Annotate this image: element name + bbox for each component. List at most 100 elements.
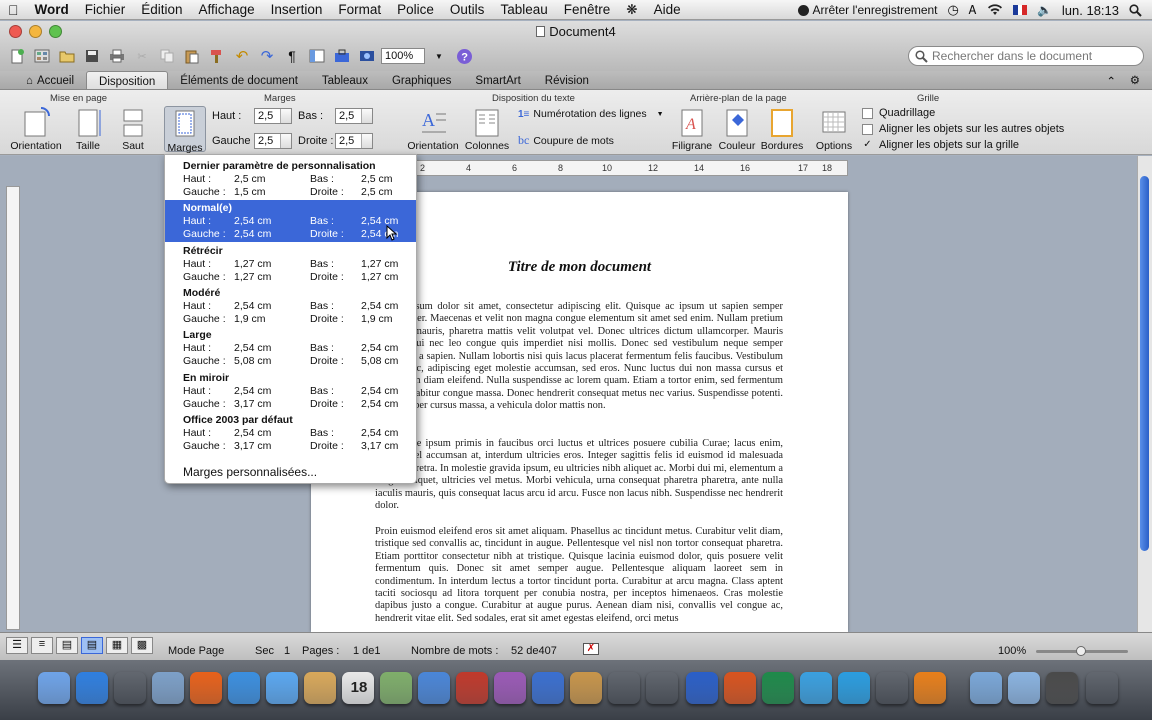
sidebar-icon[interactable] bbox=[306, 46, 328, 66]
menu-aide[interactable]: Aide bbox=[646, 2, 689, 17]
margins-button[interactable]: Marges bbox=[164, 106, 206, 154]
media-browser-icon[interactable] bbox=[356, 46, 378, 66]
zoom-slider-thumb[interactable] bbox=[1076, 646, 1086, 656]
margin-preset-6[interactable]: Office 2003 par défaut Haut : 2,54 cm Bas :… bbox=[165, 412, 416, 454]
preferences-icon[interactable] bbox=[646, 672, 678, 704]
chevron-down-icon[interactable]: ▼ bbox=[428, 46, 450, 66]
preview-icon[interactable] bbox=[152, 672, 184, 704]
outline-view-icon[interactable]: ≡ bbox=[31, 637, 53, 654]
grid-options-button[interactable]: Options bbox=[814, 106, 854, 152]
vertical-scrollbar[interactable] bbox=[1137, 156, 1152, 632]
firefox-icon[interactable] bbox=[190, 672, 222, 704]
garageband-icon[interactable] bbox=[570, 672, 602, 704]
margin-preset-4[interactable]: Large Haut : 2,54 cm Bas : 2,54 cm Gauche : 5,… bbox=[165, 327, 416, 369]
focus-view-icon[interactable]: ▩ bbox=[131, 637, 153, 654]
left-margin-field[interactable]: 2,5 bbox=[254, 133, 292, 149]
iphoto-icon[interactable] bbox=[380, 672, 412, 704]
columns-button[interactable]: Colonnes bbox=[464, 106, 510, 152]
snap-to-objects-checkbox[interactable]: Aligner les objets sur les autres objets bbox=[862, 123, 1064, 135]
script-menu-icon[interactable]: ❋ bbox=[618, 2, 645, 18]
vertical-ruler[interactable] bbox=[6, 186, 20, 630]
watermark-button[interactable]: A Filigrane bbox=[670, 106, 714, 152]
print-icon[interactable] bbox=[106, 46, 128, 66]
bluetooth-icon[interactable]: Ꭺ bbox=[969, 3, 977, 18]
ribbon-settings-icon[interactable]: ⚙ bbox=[1130, 73, 1140, 87]
menu-format[interactable]: Format bbox=[330, 2, 389, 17]
spelling-icon[interactable]: ✗ bbox=[583, 643, 599, 655]
paste-icon[interactable] bbox=[181, 46, 203, 66]
margin-preset-3[interactable]: Modéré Haut : 2,54 cm Bas : 2,54 cm Gauche : 1… bbox=[165, 285, 416, 327]
scroll-thumb[interactable] bbox=[1140, 176, 1149, 551]
draft-view-icon[interactable]: ☰ bbox=[6, 637, 28, 654]
top-margin-field[interactable]: 2,5 bbox=[254, 108, 292, 124]
wifi-icon[interactable] bbox=[987, 4, 1003, 16]
help-icon[interactable]: ? bbox=[453, 46, 475, 66]
music-folder-icon[interactable] bbox=[1046, 672, 1078, 704]
page-borders-button[interactable]: Bordures bbox=[760, 106, 804, 152]
volume-icon[interactable]: 🔈 bbox=[1037, 3, 1052, 17]
right-margin-field[interactable]: 2,5 bbox=[335, 133, 373, 149]
redo-icon[interactable]: ↷ bbox=[256, 46, 278, 66]
excel-icon[interactable] bbox=[762, 672, 794, 704]
messenger-icon[interactable] bbox=[800, 672, 832, 704]
ichat-icon[interactable] bbox=[266, 672, 298, 704]
hyphenation-button[interactable]: bc Coupure de mots bbox=[518, 133, 614, 148]
addressbook-icon[interactable] bbox=[304, 672, 336, 704]
zoom-slider[interactable] bbox=[1036, 646, 1128, 656]
page-color-button[interactable]: Couleur bbox=[716, 106, 758, 152]
zoom-select[interactable]: 100% bbox=[381, 48, 425, 64]
record-stop-button[interactable]: Arrêter l'enregistrement bbox=[797, 3, 938, 17]
menu-fenetre[interactable]: Fenêtre bbox=[556, 2, 619, 17]
tab-graphiques[interactable]: Graphiques bbox=[380, 71, 463, 89]
save-icon[interactable] bbox=[81, 46, 103, 66]
clock[interactable]: lun. 18:13 bbox=[1062, 3, 1119, 18]
itunes-icon[interactable] bbox=[418, 672, 450, 704]
menu-affichage[interactable]: Affichage bbox=[191, 2, 263, 17]
orientation-button[interactable]: Orientation bbox=[10, 106, 62, 152]
trash-icon[interactable] bbox=[1086, 672, 1118, 704]
safari-icon[interactable] bbox=[228, 672, 260, 704]
dashboard-icon[interactable] bbox=[114, 672, 146, 704]
break-button[interactable]: Saut bbox=[114, 106, 152, 152]
finder-icon[interactable] bbox=[38, 672, 70, 704]
margin-preset-1[interactable]: Normal(e) Haut : 2,54 cm Bas : 2,54 cm Gauche… bbox=[165, 200, 416, 243]
tab-tableaux[interactable]: Tableaux bbox=[310, 71, 380, 89]
tab-revision[interactable]: Révision bbox=[533, 71, 601, 89]
margin-preset-5[interactable]: En miroir Haut : 2,54 cm Bas : 2,54 cm Gauche… bbox=[165, 370, 416, 412]
tab-elements-document[interactable]: Éléments de document bbox=[168, 71, 310, 89]
open-icon[interactable] bbox=[56, 46, 78, 66]
gallery-icon[interactable] bbox=[31, 46, 53, 66]
menu-insertion[interactable]: Insertion bbox=[263, 2, 331, 17]
tab-disposition[interactable]: Disposition bbox=[86, 71, 169, 89]
bluetooth-icon[interactable] bbox=[876, 672, 908, 704]
french-flag-icon[interactable] bbox=[1012, 5, 1027, 15]
custom-margins-item[interactable]: Marges personnalisées... bbox=[183, 465, 317, 479]
undo-icon[interactable]: ↶ bbox=[231, 46, 253, 66]
documents-folder-icon[interactable] bbox=[1008, 672, 1040, 704]
margin-preset-2[interactable]: Rétrécir Haut : 1,27 cm Bas : 1,27 cm Gauche … bbox=[165, 243, 416, 285]
powerpoint-icon[interactable] bbox=[724, 672, 756, 704]
publishing-view-icon[interactable]: ▤ bbox=[56, 637, 78, 654]
margin-preset-0[interactable]: Dernier paramètre de personnalisation Hau… bbox=[165, 158, 416, 200]
collapse-ribbon-icon[interactable]: ⌃ bbox=[1106, 74, 1116, 88]
snap-to-grid-checkbox[interactable]: ✓ Aligner les objets sur la grille bbox=[862, 139, 1019, 151]
tab-accueil[interactable]: ⌂ Accueil bbox=[14, 71, 86, 89]
search-box[interactable]: Rechercher dans le document bbox=[908, 46, 1144, 66]
spaces-icon[interactable] bbox=[532, 672, 564, 704]
time-machine-icon[interactable]: ◷ bbox=[948, 2, 959, 18]
imovie-icon[interactable] bbox=[494, 672, 526, 704]
menu-tableau[interactable]: Tableau bbox=[492, 2, 555, 17]
vlc-icon[interactable] bbox=[914, 672, 946, 704]
size-button[interactable]: Taille bbox=[68, 106, 108, 152]
copy-icon[interactable] bbox=[156, 46, 178, 66]
bottom-margin-field[interactable]: 2,5 bbox=[335, 108, 373, 124]
apple-menu-icon[interactable]:  bbox=[0, 2, 27, 18]
menu-outils[interactable]: Outils bbox=[442, 2, 493, 17]
text-orientation-button[interactable]: A Orientation bbox=[406, 106, 460, 152]
word-icon[interactable] bbox=[686, 672, 718, 704]
menu-fichier[interactable]: Fichier bbox=[77, 2, 134, 17]
word-count-value[interactable]: 52 de407 bbox=[511, 645, 557, 657]
line-numbers-button[interactable]: 1≡ Numérotation des lignes ▼ bbox=[518, 108, 664, 120]
tab-smartart[interactable]: SmartArt bbox=[463, 71, 532, 89]
search-input[interactable]: Rechercher dans le document bbox=[932, 49, 1092, 63]
